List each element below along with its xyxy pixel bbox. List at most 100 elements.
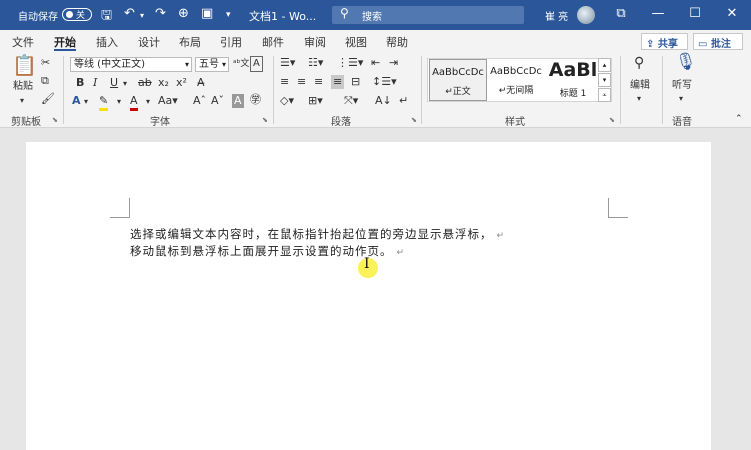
paste-dropdown-icon[interactable]: ▾ bbox=[20, 94, 24, 108]
clipboard-group-label: 剪贴板 bbox=[11, 117, 41, 128]
enclose-characters-icon[interactable]: ㊫ bbox=[250, 93, 261, 107]
align-center-icon[interactable]: ≡ bbox=[297, 75, 306, 89]
style-sample: AaBl bbox=[548, 59, 598, 81]
editing-label[interactable]: 编辑 bbox=[630, 79, 650, 93]
align-right-icon[interactable]: ≡ bbox=[314, 75, 323, 89]
microphone-icon[interactable]: 🎙 bbox=[675, 54, 697, 71]
font-color-icon[interactable]: A bbox=[130, 94, 138, 111]
phonetic-guide-icon[interactable]: ᵃᵇ文 bbox=[233, 57, 249, 71]
comments-button[interactable]: ▭ 批注 bbox=[693, 33, 743, 50]
copy-icon[interactable]: ⧉ bbox=[41, 74, 49, 88]
increase-indent-icon[interactable]: ⇥ bbox=[389, 56, 398, 70]
italic-icon[interactable]: I bbox=[93, 76, 97, 90]
customize-qat-icon[interactable]: ▾ bbox=[226, 10, 231, 20]
chevron-down-icon[interactable]: ▾ bbox=[123, 77, 127, 91]
minimize-icon[interactable]: — bbox=[640, 6, 676, 21]
tab-insert[interactable]: 插入 bbox=[96, 34, 118, 50]
multilevel-list-icon[interactable]: ⋮☰▾ bbox=[337, 56, 363, 70]
paste-label[interactable]: 粘贴 bbox=[13, 80, 33, 94]
clear-formatting-icon[interactable]: A̶ bbox=[197, 76, 205, 90]
clipboard-launcher-icon[interactable]: ⬊ bbox=[52, 116, 58, 124]
styles-launcher-icon[interactable]: ⬊ bbox=[609, 116, 615, 124]
close-icon[interactable]: ✕ bbox=[714, 6, 750, 21]
user-name[interactable]: 崔 亮 bbox=[545, 8, 568, 23]
search-icon: ⚲ bbox=[340, 6, 349, 20]
touch-mode-icon[interactable]: ⊕ bbox=[178, 6, 189, 21]
styles-scroll-up-icon[interactable]: ▴ bbox=[598, 58, 611, 72]
distributed-icon[interactable]: ⊟ bbox=[351, 75, 360, 89]
dictate-label[interactable]: 听写 bbox=[672, 79, 692, 93]
justify-icon[interactable]: ≡ bbox=[331, 75, 345, 89]
tab-help[interactable]: 帮助 bbox=[386, 34, 408, 50]
ribbon-display-icon[interactable]: ⧉ bbox=[603, 6, 639, 21]
line-spacing-icon[interactable]: ↕☰▾ bbox=[372, 75, 397, 89]
font-name-select[interactable]: 等线 (中文正文) ▾ bbox=[70, 57, 192, 72]
font-size-select[interactable]: 五号 ▾ bbox=[195, 57, 229, 72]
sort-icon[interactable]: A↓ bbox=[375, 94, 392, 108]
grow-font-icon[interactable]: Aˆ bbox=[193, 94, 206, 108]
tab-references[interactable]: 引用 bbox=[220, 34, 242, 50]
bold-icon[interactable]: B bbox=[76, 76, 84, 90]
style-normal[interactable]: AaBbCcDc ↵正文 bbox=[429, 59, 487, 101]
underline-icon[interactable]: U bbox=[110, 76, 118, 90]
collapse-ribbon-icon[interactable]: ⌃ bbox=[735, 112, 743, 126]
styles-more-icon[interactable]: ⩡ bbox=[598, 88, 611, 102]
font-launcher-icon[interactable]: ⬊ bbox=[262, 116, 268, 124]
paragraph-line[interactable]: 选择或编辑文本内容时，在鼠标指针抬起位置的旁边显示悬浮标， ↵ bbox=[130, 226, 505, 242]
document-title: 文档1 - Wo... bbox=[249, 10, 317, 23]
undo-icon[interactable]: ↶ bbox=[124, 6, 135, 21]
paragraph-launcher-icon[interactable]: ⬊ bbox=[411, 116, 417, 124]
format-painter-icon[interactable]: 🖌 bbox=[41, 92, 55, 106]
document-page[interactable]: 选择或编辑文本内容时，在鼠标指针抬起位置的旁边显示悬浮标， ↵ 移动鼠标到悬浮标上… bbox=[26, 142, 711, 450]
shading-icon[interactable]: ◇▾ bbox=[280, 94, 294, 108]
avatar[interactable] bbox=[577, 6, 595, 24]
cut-icon[interactable]: ✂ bbox=[41, 56, 50, 70]
style-heading-1[interactable]: AaBl 标题 1 bbox=[545, 59, 601, 101]
chevron-down-icon[interactable]: ▾ bbox=[117, 95, 121, 109]
voice-group-label: 语音 bbox=[672, 117, 692, 128]
share-button[interactable]: ⇪ 共享 bbox=[641, 33, 688, 50]
font-name-value: 等线 (中文正文) bbox=[74, 59, 145, 70]
align-left-icon[interactable]: ≡ bbox=[280, 75, 289, 89]
tab-mailings[interactable]: 邮件 bbox=[262, 34, 284, 50]
style-name: 标题 1 bbox=[559, 89, 587, 99]
group-divider bbox=[421, 56, 422, 124]
find-icon[interactable]: ⚲ bbox=[634, 56, 644, 70]
tab-review[interactable]: 审阅 bbox=[304, 34, 326, 50]
save-icon[interactable]: 🖫 bbox=[101, 6, 112, 28]
strikethrough-icon[interactable]: ab bbox=[138, 76, 152, 90]
text-effects-icon[interactable]: A bbox=[72, 94, 81, 108]
tab-view[interactable]: 视图 bbox=[345, 34, 367, 50]
styles-scroll-down-icon[interactable]: ▾ bbox=[598, 73, 611, 87]
tab-home[interactable]: 开始 bbox=[54, 34, 76, 50]
document-area: 选择或编辑文本内容时，在鼠标指针抬起位置的旁边显示悬浮标， ↵ 移动鼠标到悬浮标上… bbox=[0, 128, 751, 450]
paste-icon[interactable]: 📋 bbox=[12, 55, 37, 75]
shrink-font-icon[interactable]: Aˇ bbox=[211, 94, 224, 108]
numbering-icon[interactable]: ☷▾ bbox=[308, 56, 323, 70]
print-preview-icon[interactable]: ▣ bbox=[201, 6, 213, 21]
subscript-icon[interactable]: x₂ bbox=[158, 76, 169, 90]
tab-file[interactable]: 文件 bbox=[12, 34, 34, 50]
superscript-icon[interactable]: x² bbox=[176, 76, 187, 90]
tab-design[interactable]: 设计 bbox=[138, 34, 160, 50]
style-no-spacing[interactable]: AaBbCcDc ↵无间隔 bbox=[487, 59, 545, 101]
bullets-icon[interactable]: ☰▾ bbox=[280, 56, 295, 70]
chevron-down-icon[interactable]: ▾ bbox=[146, 95, 150, 109]
search-box[interactable]: ⚲ 搜索 bbox=[332, 6, 524, 24]
character-shading-icon[interactable]: A bbox=[232, 94, 244, 108]
redo-icon[interactable]: ↷ bbox=[155, 6, 166, 21]
decrease-indent-icon[interactable]: ⇤ bbox=[371, 56, 380, 70]
show-marks-icon[interactable]: ↵ bbox=[399, 94, 408, 108]
change-case-icon[interactable]: Aa▾ bbox=[158, 94, 178, 108]
chevron-down-icon[interactable]: ▾ bbox=[637, 92, 641, 106]
chevron-down-icon[interactable]: ▾ bbox=[679, 92, 683, 106]
tab-layout[interactable]: 布局 bbox=[179, 34, 201, 50]
maximize-icon[interactable]: ☐ bbox=[677, 6, 713, 21]
undo-dropdown-icon[interactable]: ▾ bbox=[140, 11, 144, 20]
autosave-toggle[interactable]: 关 bbox=[62, 8, 92, 21]
character-border-icon[interactable]: A bbox=[250, 56, 263, 72]
highlight-color-icon[interactable]: ✎ bbox=[99, 94, 109, 111]
borders-icon[interactable]: ⊞▾ bbox=[308, 94, 323, 108]
chinese-layout-icon[interactable]: ⤧▾ bbox=[344, 94, 358, 108]
chevron-down-icon[interactable]: ▾ bbox=[84, 95, 88, 109]
